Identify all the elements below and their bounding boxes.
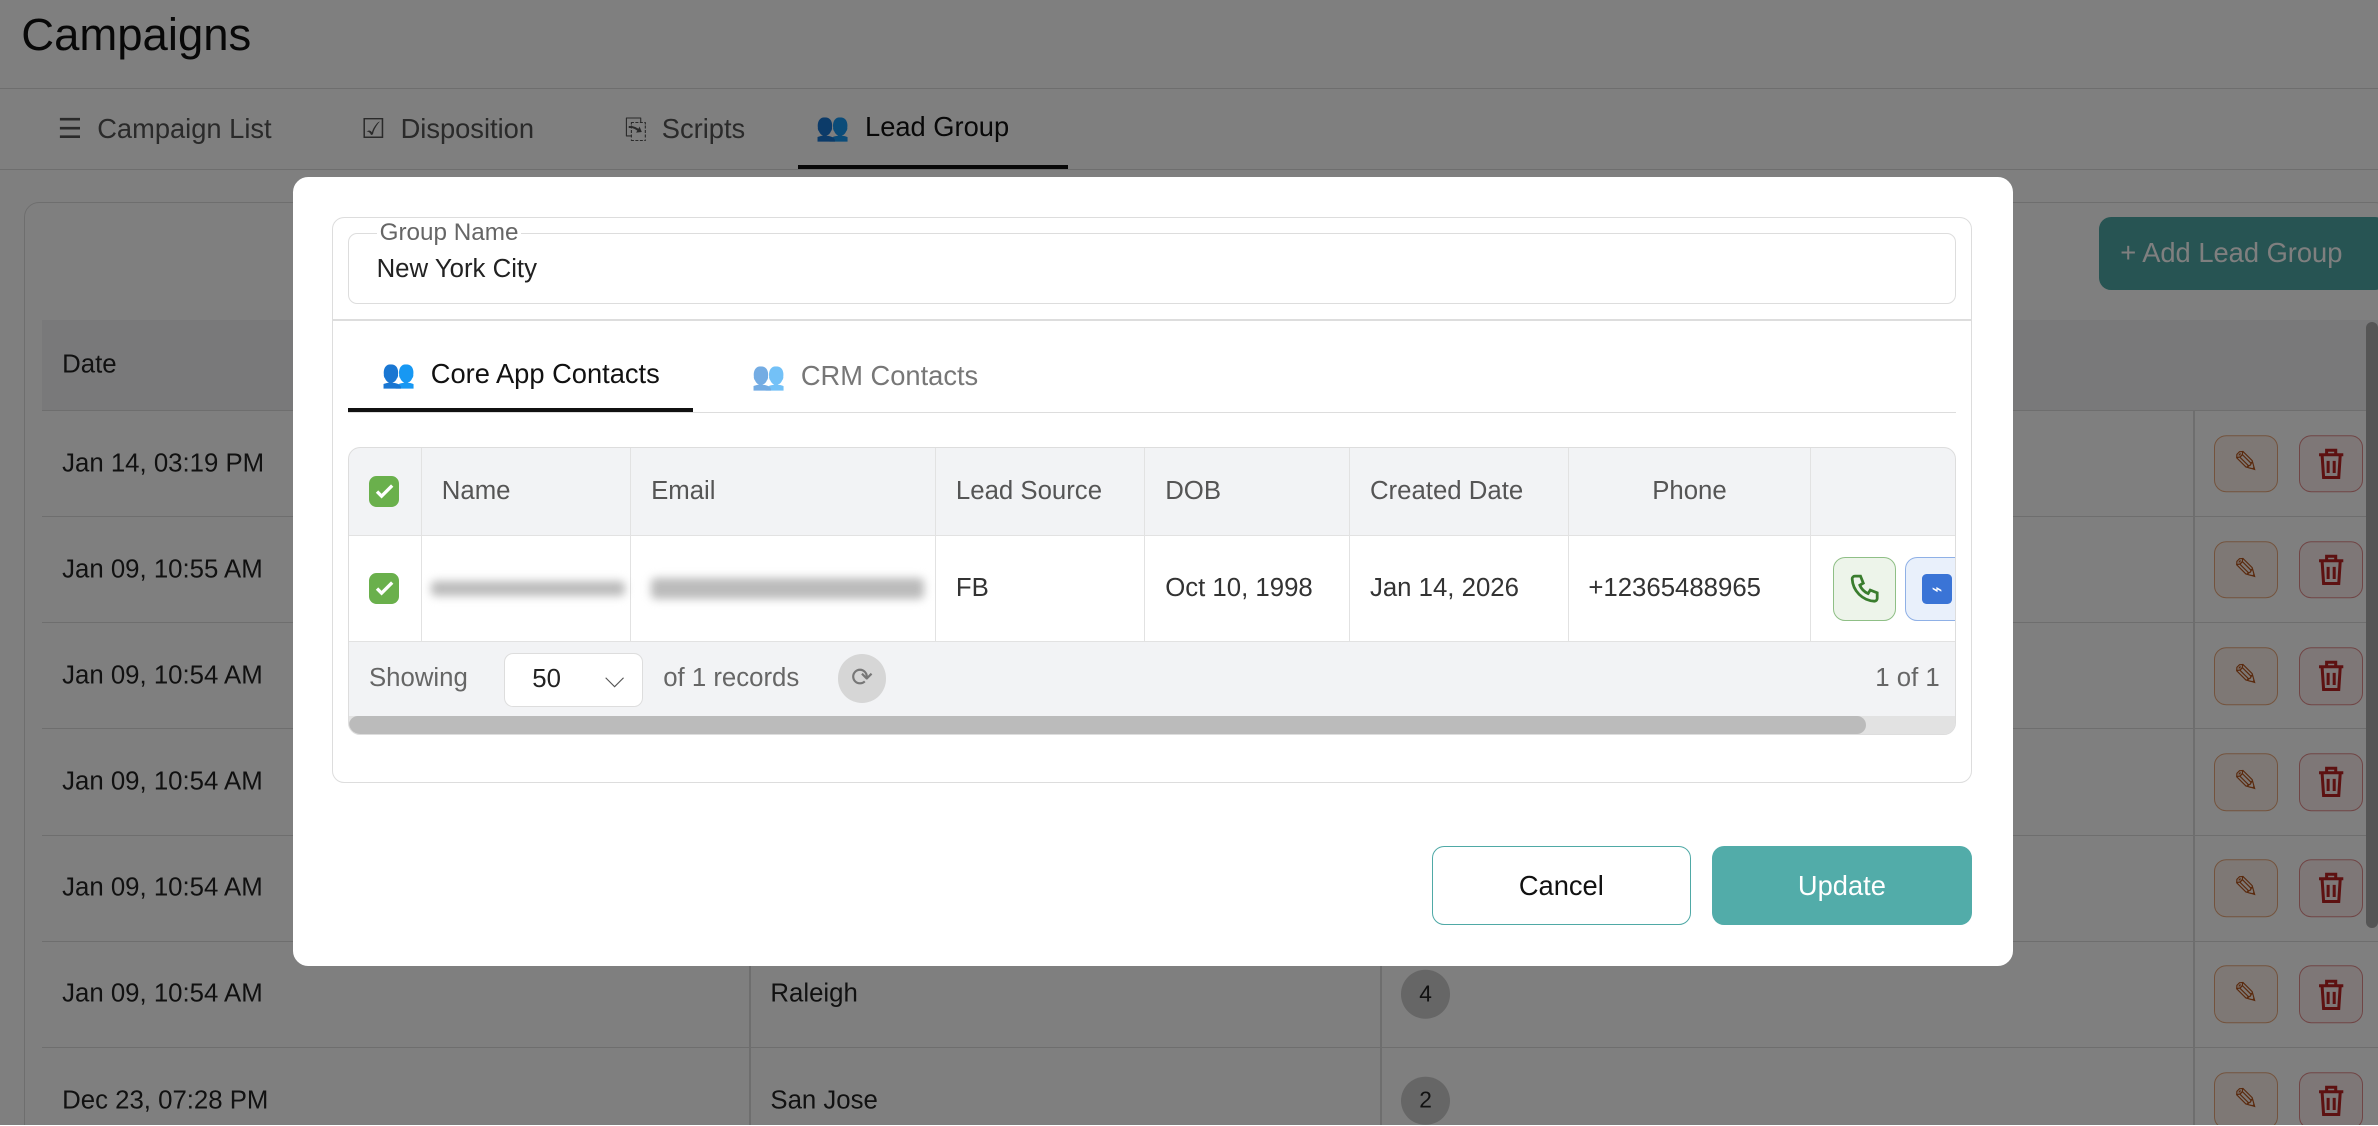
messenger-icon: ⌁ <box>1921 573 1953 605</box>
tab-core-app-contacts[interactable]: 👥 Core App Contacts <box>348 339 694 412</box>
page-scrollbar[interactable] <box>2365 321 2378 929</box>
cell-name-redacted <box>422 535 632 641</box>
cell-lead-source: FB <box>936 535 1146 641</box>
scrollbar-thumb[interactable] <box>349 715 1866 734</box>
refresh-button[interactable]: ⟳ <box>837 654 887 703</box>
divider <box>333 319 1971 321</box>
app-root: Campaigns ☰Campaign List ☑Disposition ⎘S… <box>0 0 2378 1126</box>
messenger-button[interactable]: ⌁ <box>1905 557 1955 621</box>
header-dob: DOB <box>1145 447 1351 535</box>
call-button[interactable] <box>1832 557 1897 621</box>
chevron-down-icon: ⌵ <box>604 664 625 693</box>
cell-dob: Oct 10, 1998 <box>1145 535 1351 641</box>
row-checkbox[interactable] <box>368 573 400 604</box>
group-name-input[interactable]: New York City <box>377 255 537 284</box>
refresh-icon: ⟳ <box>851 664 873 693</box>
header-email: Email <box>631 447 937 535</box>
modal-content: Group Name New York City 👥 Core App Conta… <box>332 216 1972 783</box>
grid-header: Name Email Lead Source DOB Created Date … <box>349 447 1955 536</box>
page-indicator: 1 of 1 <box>1875 663 1940 692</box>
cell-email-redacted <box>631 535 937 641</box>
grid-footer: Showing 50 ⌵ of 1 records ⟳ 1 of 1 <box>349 642 1955 715</box>
header-name: Name <box>422 447 632 535</box>
contacts-grid: Name Email Lead Source DOB Created Date … <box>348 446 1956 735</box>
tab-crm-contacts[interactable]: 👥 CRM Contacts <box>718 339 1011 412</box>
records-count: of 1 records <box>663 663 800 692</box>
select-all-checkbox[interactable] <box>368 476 400 507</box>
page-size-select[interactable]: 50 ⌵ <box>503 652 644 708</box>
edit-lead-group-modal: Group Name New York City 👥 Core App Conta… <box>292 177 2013 967</box>
update-button[interactable]: Update <box>1712 846 1972 926</box>
showing-label: Showing <box>368 663 468 692</box>
users-icon: 👥 <box>751 359 786 391</box>
cell-created-date: Jan 14, 2026 <box>1350 535 1569 641</box>
header-phone: Phone <box>1569 447 1812 535</box>
group-name-field[interactable]: Group Name New York City <box>348 218 1956 305</box>
tab-divider <box>348 411 1956 414</box>
header-lead-source: Lead Source <box>936 447 1146 535</box>
table-row: FB Oct 10, 1998 Jan 14, 2026 +1236548896… <box>349 535 1955 642</box>
cell-phone: +12365488965 <box>1569 535 1812 641</box>
users-icon: 👥 <box>381 357 416 389</box>
horizontal-scrollbar[interactable] <box>349 715 1955 734</box>
header-created-date: Created Date <box>1350 447 1569 535</box>
cancel-button[interactable]: Cancel <box>1431 846 1691 926</box>
phone-icon <box>1850 574 1879 603</box>
group-name-label: Group Name <box>376 218 522 247</box>
